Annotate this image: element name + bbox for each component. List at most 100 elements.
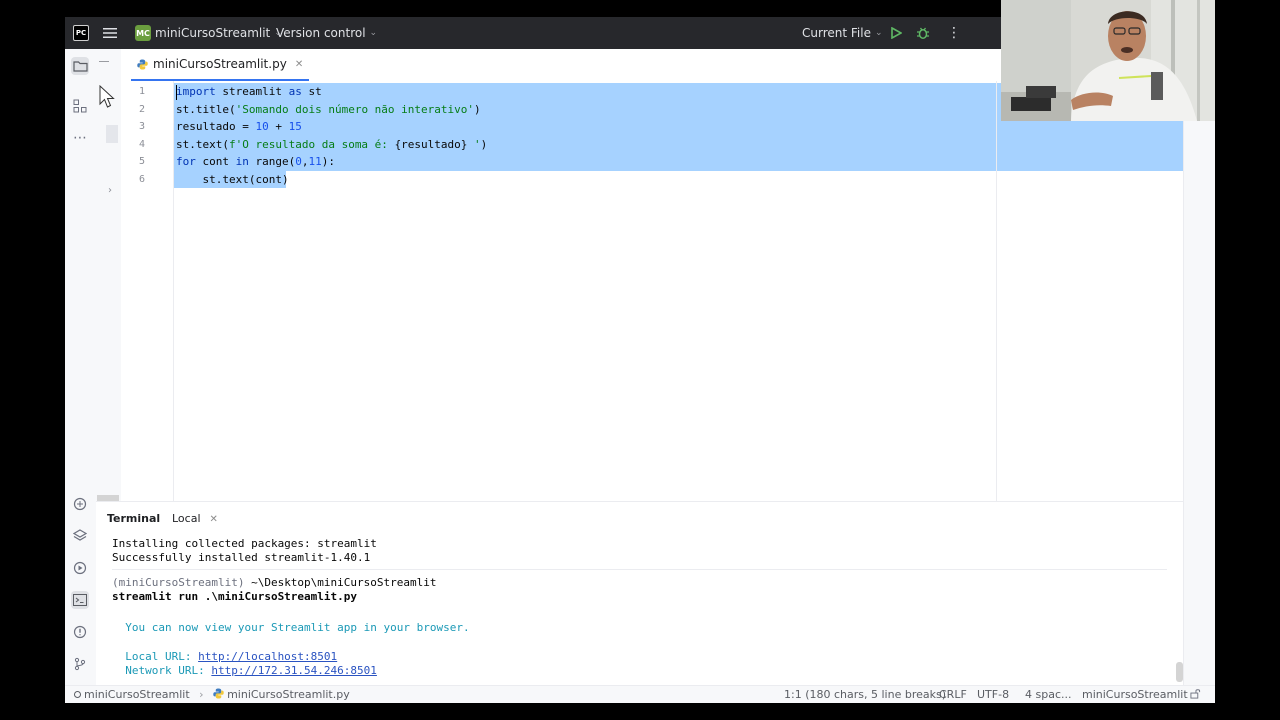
breadcrumb-project: miniCursoStreamlit: [84, 688, 190, 701]
pycharm-logo: PC: [73, 25, 89, 41]
code-token: f'O resultado da soma é:: [228, 137, 395, 151]
module-icon: [74, 691, 81, 698]
code-line: resultado = 10 + 15: [176, 118, 302, 135]
line-number: 1: [138, 86, 145, 97]
services-run-icon[interactable]: [71, 559, 89, 577]
terminal-panel: Terminal Local ✕ Installing collected pac…: [96, 501, 1183, 686]
python-console-icon[interactable]: [71, 495, 89, 513]
tab-minicursostreamlit-py[interactable]: miniCursoStreamlit.py ✕: [131, 49, 310, 81]
code-token: for: [176, 155, 196, 169]
terminal-network-url-line: Network URL: http://172.31.54.246:8501: [112, 664, 377, 678]
code-token: ): [480, 137, 488, 151]
line-number: 4: [138, 138, 145, 150]
code-token: cont: [195, 155, 236, 169]
terminal-title: Terminal: [107, 512, 161, 525]
code-token: st.title(: [176, 102, 236, 116]
structure-icon[interactable]: [71, 97, 89, 115]
code-line: st.text(f'O resultado da soma é: {result…: [176, 136, 487, 153]
chevron-right-icon: ›: [199, 688, 204, 701]
line-number: 3: [138, 121, 145, 133]
run-config-label: Current File: [802, 26, 871, 40]
vcs-menu[interactable]: Version control ⌄: [276, 17, 377, 49]
code-token: ):: [321, 155, 335, 169]
status-bar: miniCursoStreamlit › miniCursoStreamlit.…: [65, 685, 1215, 703]
code-line: import streamlit as st: [176, 83, 322, 100]
minimize-icon[interactable]: [99, 61, 109, 62]
network-url-label: Network URL:: [112, 664, 212, 677]
code-token: in: [235, 155, 249, 169]
terminal-header: Terminal Local ✕: [96, 502, 1183, 536]
code-token: 15: [288, 120, 302, 134]
code-area[interactable]: import streamlit as st st.title('Somando …: [174, 81, 1183, 501]
terminal-command: streamlit run .\miniCursoStreamlit.py: [112, 590, 358, 603]
run-config-selector[interactable]: Current File ⌄: [802, 17, 883, 49]
local-url-label: Local URL:: [112, 650, 199, 663]
local-url-link[interactable]: http://localhost:8501: [198, 650, 337, 663]
network-url-link[interactable]: http://172.31.54.246:8501: [211, 664, 377, 677]
git-icon[interactable]: [71, 655, 89, 673]
terminal-tab-local[interactable]: Local ✕: [172, 502, 218, 536]
code-token: st: [301, 85, 322, 98]
code-token: st.text(cont): [176, 173, 289, 186]
run-button[interactable]: [890, 17, 902, 49]
left-tool-strip: ⋯: [65, 49, 97, 685]
mouse-cursor-icon: [99, 85, 115, 108]
right-margin-guide: [996, 81, 997, 501]
breadcrumb-file: miniCursoStreamlit.py: [227, 688, 350, 701]
project-selector[interactable]: miniCursoStreamlit ⌄: [155, 17, 282, 49]
line-number: 5: [138, 156, 145, 168]
breadcrumb[interactable]: miniCursoStreamlit › miniCursoStreamlit.…: [74, 686, 350, 703]
folder-icon[interactable]: [71, 57, 89, 75]
code-token: st.text(: [176, 137, 229, 151]
more-icon[interactable]: ⋮: [947, 17, 961, 49]
more-tools-icon[interactable]: ⋯: [71, 129, 89, 147]
layers-icon[interactable]: [71, 527, 89, 545]
project-name: miniCursoStreamlit: [155, 26, 271, 40]
terminal-line: Successfully installed streamlit-1.40.1: [112, 551, 371, 564]
panel-tab[interactable]: [106, 125, 118, 143]
tab-label: miniCursoStreamlit.py: [153, 57, 287, 71]
file-encoding[interactable]: UTF-8: [977, 686, 1009, 703]
main-menu-button[interactable]: [103, 17, 117, 49]
lock-icon[interactable]: [1190, 686, 1201, 703]
line-number-gutter: 1 2 3 4 5 6: [121, 81, 174, 501]
bug-icon: [917, 27, 929, 39]
close-icon[interactable]: ✕: [210, 514, 218, 525]
chevron-down-icon: ⌄: [369, 28, 378, 38]
hamburger-icon: [103, 28, 117, 38]
code-token: 11: [308, 155, 322, 169]
line-number: 2: [138, 103, 145, 115]
code-token: resultado =: [176, 120, 256, 134]
terminal-tab-label: Local: [172, 512, 201, 525]
code-token: ): [474, 102, 481, 116]
prompt-env: (miniCursoStreamlit): [112, 576, 245, 589]
debug-button[interactable]: [916, 17, 930, 49]
presenter-video-image: [1001, 0, 1215, 121]
line-separator[interactable]: CRLF: [939, 686, 967, 703]
code-token: 10: [255, 120, 269, 134]
right-tool-strip: [1183, 49, 1215, 685]
chevron-right-icon[interactable]: ›: [108, 185, 112, 196]
terminal-info: You can now view your Streamlit app in y…: [112, 621, 470, 634]
line-number: 6: [138, 174, 145, 185]
code-token: streamlit: [215, 85, 289, 98]
webcam-overlay: [1001, 0, 1215, 121]
code-token: range(: [248, 155, 296, 169]
caret-position[interactable]: 1:1 (180 chars, 5 line breaks): [784, 686, 946, 703]
problems-icon[interactable]: [71, 623, 89, 641]
python-interpreter[interactable]: miniCursoStreamlit: [1082, 686, 1188, 703]
indent-setting[interactable]: 4 spac...: [1025, 686, 1072, 703]
code-token: 'Somando dois número não interativo': [235, 102, 475, 116]
terminal-output[interactable]: Installing collected packages: streamlit…: [112, 536, 1172, 686]
code-editor[interactable]: 1 2 3 4 5 6 import streamlit as st st.title('S…: [121, 81, 1183, 501]
close-icon[interactable]: ✕: [295, 59, 303, 70]
project-panel-collapsed[interactable]: ›: [96, 49, 121, 501]
terminal-local-url-line: Local URL: http://localhost:8501: [112, 650, 337, 664]
code-line: st.text(cont): [176, 171, 289, 188]
terminal-icon[interactable]: [71, 591, 89, 609]
prompt-path: ~\Desktop\miniCursoStreamlit: [244, 576, 437, 589]
python-file-icon: [137, 58, 148, 70]
terminal-scrollbar[interactable]: [1176, 662, 1183, 682]
code-token: as: [288, 85, 302, 98]
code-token: import: [176, 85, 216, 98]
